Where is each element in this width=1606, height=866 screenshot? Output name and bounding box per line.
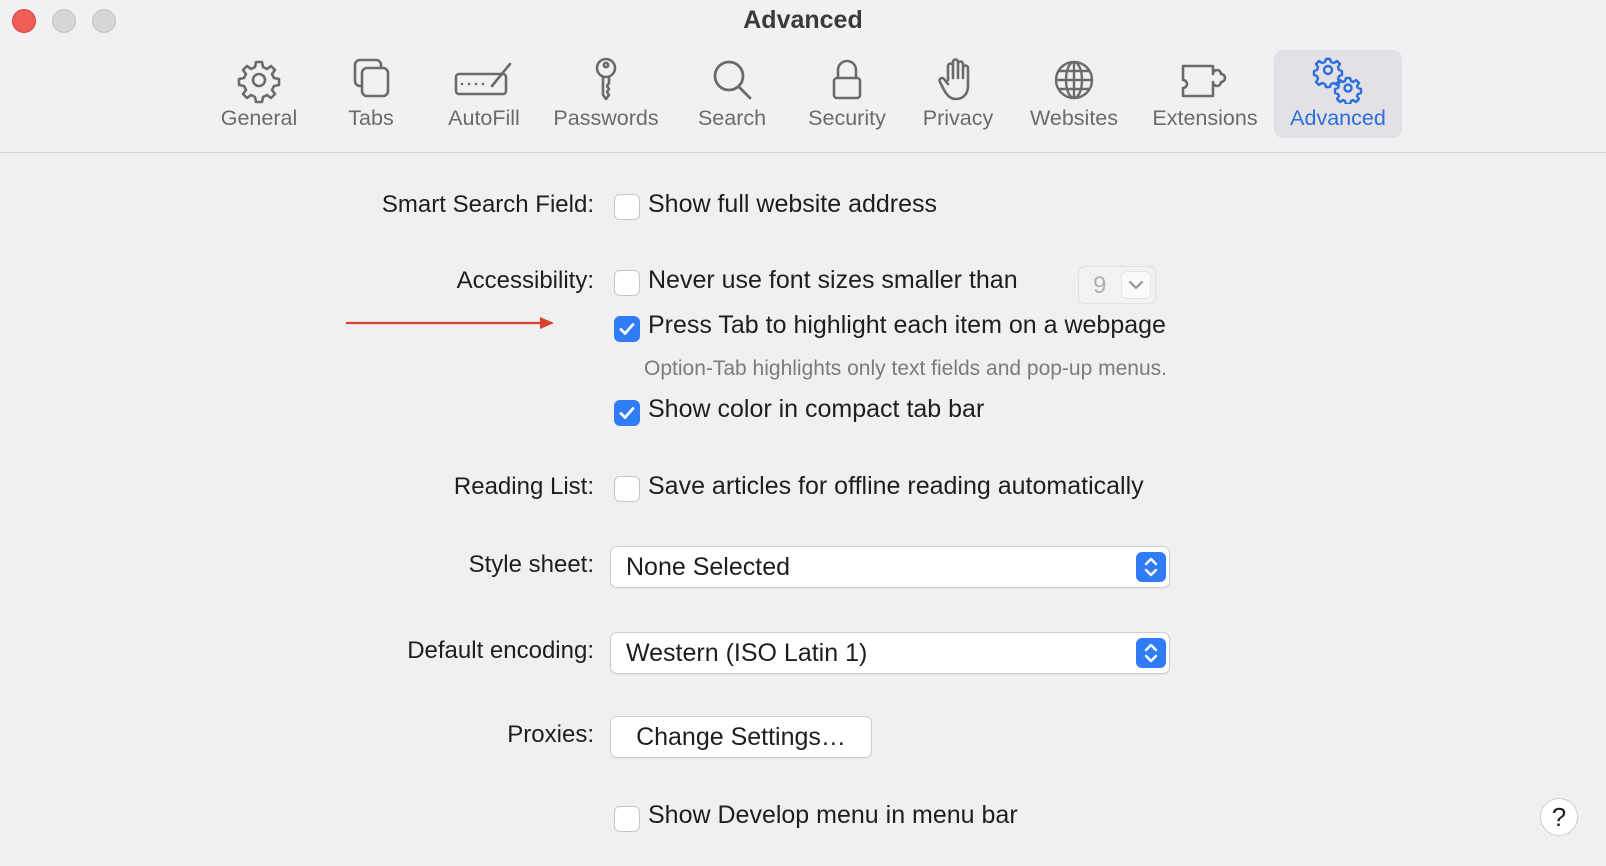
checkmark-icon	[619, 407, 635, 419]
toolbar-item-passwords[interactable]: Passwords	[546, 50, 666, 138]
toolbar-item-label: Privacy	[922, 106, 994, 130]
style-sheet-label: Style sheet:	[468, 551, 594, 578]
show-full-address-checkbox[interactable]	[614, 194, 640, 220]
up-down-chevron-icon	[1136, 552, 1166, 582]
default-encoding-value: Western (ISO Latin 1)	[626, 639, 868, 667]
toolbar-item-general[interactable]: General	[207, 50, 311, 138]
offline-reading-text: Save articles for offline reading automa…	[648, 472, 1144, 500]
min-font-size-text: Never use font sizes smaller than	[648, 266, 1018, 294]
toolbar-item-search[interactable]: Search	[684, 50, 780, 138]
develop-menu-text: Show Develop menu in menu bar	[648, 801, 1018, 829]
toolbar-item-label: Websites	[1029, 106, 1119, 130]
offline-reading-checkbox[interactable]	[614, 476, 640, 502]
press-tab-text: Press Tab to highlight each item on a we…	[648, 311, 1166, 339]
min-font-size-select[interactable]: 9	[1078, 266, 1156, 304]
key-icon	[595, 57, 617, 101]
default-encoding-popup[interactable]: Western (ISO Latin 1)	[610, 632, 1170, 674]
toolbar-item-label: Passwords	[553, 106, 659, 130]
toolbar-item-label: Tabs	[348, 106, 394, 130]
toolbar-item-label: Advanced	[1290, 106, 1386, 130]
show-full-address-text: Show full website address	[648, 190, 938, 218]
hand-icon	[938, 58, 970, 101]
help-button[interactable]: ?	[1540, 798, 1578, 836]
toolbar-item-extensions[interactable]: Extensions	[1146, 50, 1264, 138]
autofill-pencil-icon	[454, 62, 512, 96]
gears-icon	[1312, 57, 1363, 104]
style-sheet-popup[interactable]: None Selected	[610, 546, 1170, 588]
toolbar-item-security[interactable]: Security	[796, 50, 898, 138]
window-title: Advanced	[743, 6, 863, 34]
toolbar-item-label: Security	[808, 106, 886, 130]
puzzle-icon	[1181, 64, 1227, 98]
press-tab-note: Option-Tab highlights only text fields a…	[644, 357, 1167, 380]
magnifier-icon	[713, 60, 752, 100]
toolbar-item-advanced[interactable]: Advanced	[1274, 50, 1402, 138]
accessibility-label: Accessibility:	[456, 267, 594, 294]
default-encoding-label: Default encoding:	[407, 637, 594, 664]
smart-search-label: Smart Search Field:	[381, 191, 594, 218]
toolbar-item-privacy[interactable]: Privacy	[912, 50, 1004, 138]
min-font-size-checkbox[interactable]	[614, 270, 640, 296]
tabs-icon	[353, 58, 390, 98]
up-down-chevron-icon	[1136, 638, 1166, 668]
chevron-down-icon	[1121, 271, 1151, 299]
toolbar-item-label: Extensions	[1152, 106, 1258, 130]
annotation-arrow	[346, 317, 554, 329]
gear-icon	[237, 60, 281, 104]
develop-menu-checkbox[interactable]	[614, 806, 640, 832]
globe-icon	[1054, 60, 1094, 100]
proxies-label: Proxies:	[507, 721, 594, 748]
checkmark-icon	[619, 323, 635, 335]
toolbar-item-websites[interactable]: Websites	[1022, 50, 1126, 138]
compact-tab-color-text: Show color in compact tab bar	[648, 395, 985, 423]
toolbar-item-tabs[interactable]: Tabs	[329, 50, 413, 138]
press-tab-checkbox[interactable]	[614, 316, 640, 342]
lock-icon	[832, 59, 862, 100]
reading-list-label: Reading List:	[453, 473, 594, 500]
toolbar-item-label: AutoFill	[448, 106, 520, 130]
style-sheet-value: None Selected	[626, 553, 791, 581]
change-settings-button[interactable]: Change Settings…	[610, 716, 872, 758]
toolbar-item-autofill[interactable]: AutoFill	[432, 50, 536, 138]
min-font-size-value: 9	[1093, 272, 1107, 299]
compact-tab-color-checkbox[interactable]	[614, 400, 640, 426]
toolbar-item-label: Search	[697, 106, 767, 130]
window-titlebar: Advanced General Tabs AutoFill Passwords…	[0, 0, 1606, 153]
toolbar-item-label: General	[220, 106, 298, 130]
